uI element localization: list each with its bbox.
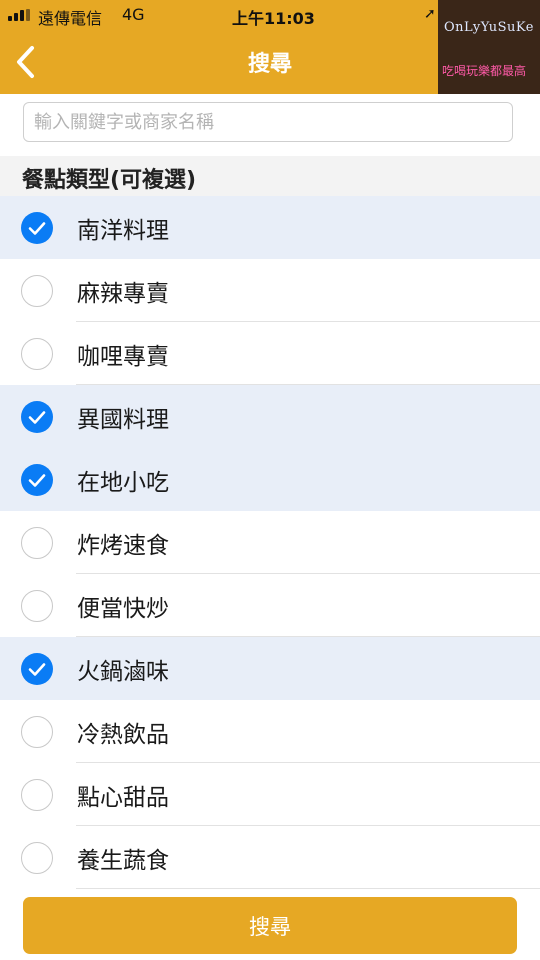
category-row[interactable]: 點心甜品 (0, 763, 540, 826)
category-row[interactable]: 南洋料理 (0, 196, 540, 259)
status-time: 上午11:03 (232, 9, 315, 28)
category-row[interactable]: 麻辣專賣 (0, 259, 540, 322)
search-area (0, 94, 540, 156)
watermark-logo: OnLyYuSuKe 吃喝玩樂都最高 (438, 0, 540, 95)
category-label: 點心甜品 (77, 785, 169, 811)
location-icon: ➚ (424, 6, 436, 22)
section-title: 餐點類型(可複選) (22, 168, 197, 193)
category-list: 南洋料理麻辣專賣咖哩專賣異國料理在地小吃炸烤速食便當快炒火鍋滷味冷熱飲品點心甜品… (0, 196, 540, 889)
network-type: 4G (122, 5, 145, 24)
checkmark-icon (28, 663, 46, 676)
category-row[interactable]: 炸烤速食 (0, 511, 540, 574)
watermark-title: OnLyYuSuKe (444, 20, 534, 35)
category-label: 麻辣專賣 (77, 281, 169, 307)
category-label: 咖哩專賣 (77, 344, 169, 370)
checkbox-empty-icon[interactable] (21, 590, 53, 622)
category-row[interactable]: 冷熱飲品 (0, 700, 540, 763)
category-label: 便當快炒 (77, 596, 169, 622)
checkbox-empty-icon[interactable] (21, 716, 53, 748)
category-label: 炸烤速食 (77, 533, 169, 559)
category-row[interactable]: 火鍋滷味 (0, 637, 540, 700)
checkmark-icon (28, 222, 46, 235)
category-label: 南洋料理 (77, 218, 169, 244)
checkbox-empty-icon[interactable] (21, 275, 53, 307)
checkbox-checked-icon[interactable] (21, 212, 53, 244)
checkmark-icon (28, 474, 46, 487)
carrier-name: 遠傳電信 (38, 9, 103, 28)
category-label: 火鍋滷味 (77, 659, 169, 685)
category-row[interactable]: 在地小吃 (0, 448, 540, 511)
checkbox-checked-icon[interactable] (21, 401, 53, 433)
signal-icon (8, 9, 32, 21)
checkbox-empty-icon[interactable] (21, 338, 53, 370)
bottom-bar: 搜尋 (0, 890, 540, 960)
checkbox-checked-icon[interactable] (21, 464, 53, 496)
category-label: 養生蔬食 (77, 848, 169, 874)
search-submit-button[interactable]: 搜尋 (23, 897, 517, 954)
checkbox-checked-icon[interactable] (21, 653, 53, 685)
search-input[interactable] (23, 102, 513, 142)
section-header: 餐點類型(可複選) (0, 156, 540, 196)
category-label: 異國料理 (77, 407, 169, 433)
checkbox-empty-icon[interactable] (21, 779, 53, 811)
category-row[interactable]: 便當快炒 (0, 574, 540, 637)
category-label: 冷熱飲品 (77, 722, 169, 748)
watermark-subtitle: 吃喝玩樂都最高 (442, 64, 527, 78)
category-row[interactable]: 養生蔬食 (0, 826, 540, 889)
row-divider (76, 888, 540, 889)
checkbox-empty-icon[interactable] (21, 527, 53, 559)
checkbox-empty-icon[interactable] (21, 842, 53, 874)
category-label: 在地小吃 (77, 470, 169, 496)
checkmark-icon (28, 411, 46, 424)
category-row[interactable]: 咖哩專賣 (0, 322, 540, 385)
category-row[interactable]: 異國料理 (0, 385, 540, 448)
